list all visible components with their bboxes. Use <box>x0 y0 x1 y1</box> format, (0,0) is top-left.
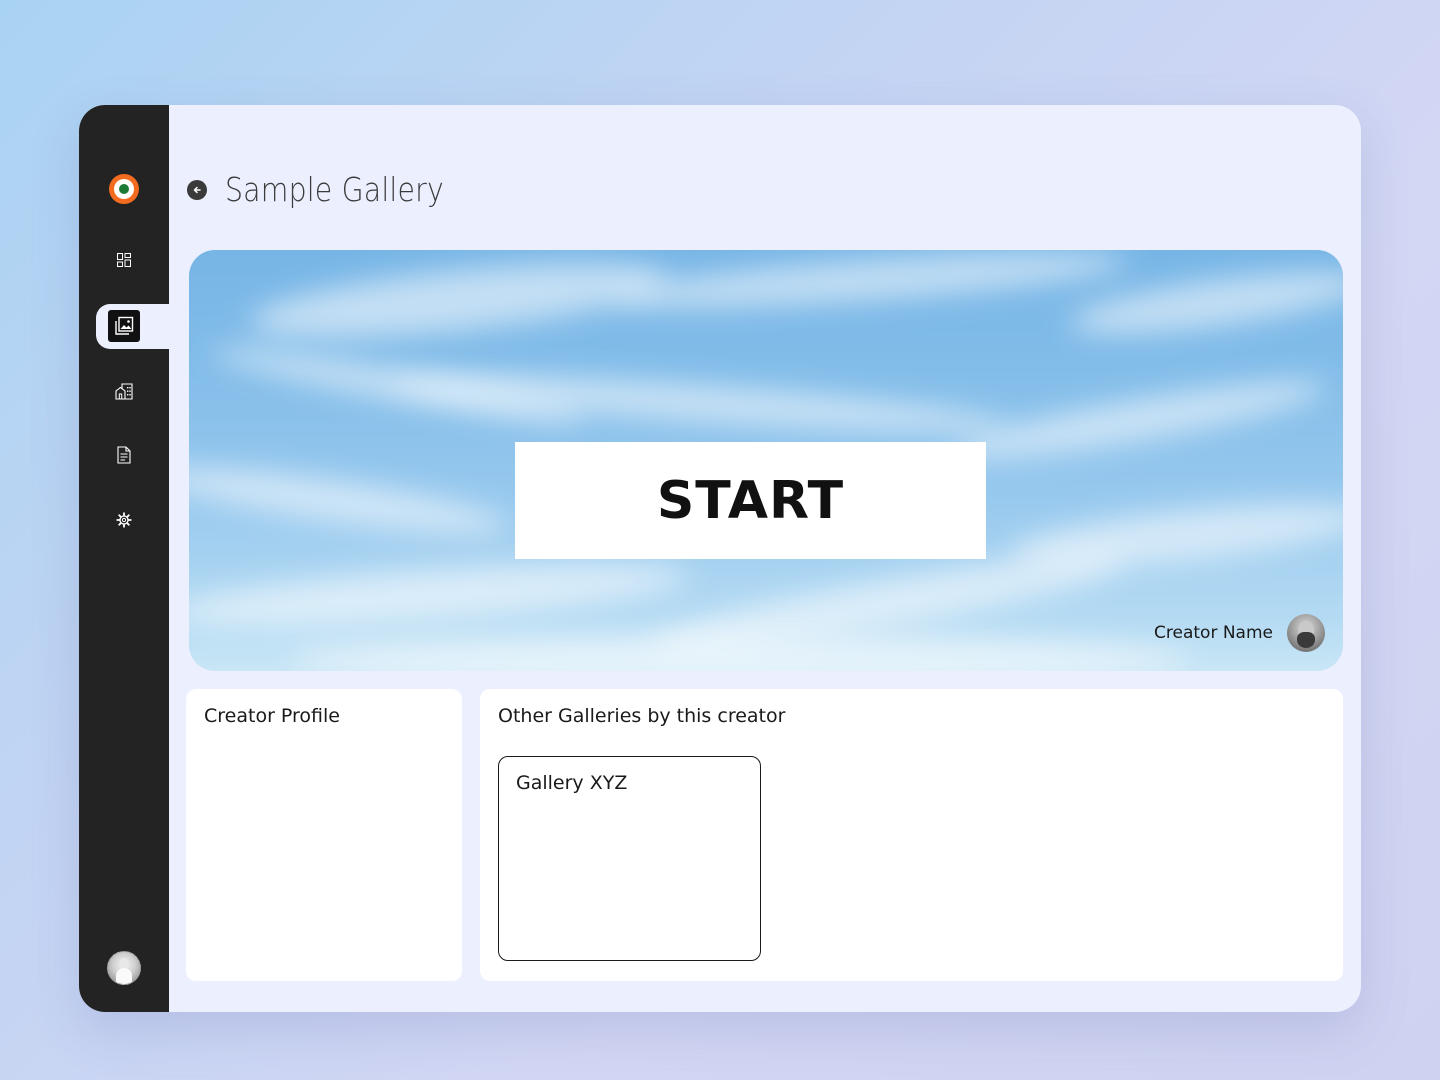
avatar-body <box>116 968 132 984</box>
brand-logo[interactable] <box>109 174 139 204</box>
gallery-hero: START Creator Name <box>189 250 1343 671</box>
start-button[interactable]: START <box>515 442 986 559</box>
cloud <box>1067 259 1343 346</box>
logo-dot <box>119 184 129 194</box>
sidebar-item-settings[interactable] <box>79 498 169 542</box>
gallery-icon-box <box>108 310 140 342</box>
creator-avatar <box>1287 614 1325 652</box>
cloud <box>189 455 511 545</box>
creator-chip[interactable]: Creator Name <box>1154 614 1325 652</box>
other-galleries-title: Other Galleries by this creator <box>498 705 786 727</box>
avatar-head <box>119 958 129 968</box>
gear-icon <box>116 512 132 528</box>
sidebar-item-venues[interactable] <box>79 369 169 413</box>
document-icon <box>117 446 131 464</box>
sidebar-item-gallery[interactable] <box>96 304 169 349</box>
creator-name: Creator Name <box>1154 623 1273 643</box>
image-gallery-icon <box>115 316 134 335</box>
cloud <box>289 635 1189 671</box>
cloud <box>948 367 1330 473</box>
grid-icon <box>117 253 131 267</box>
cloud <box>608 250 1130 319</box>
arrow-left-icon <box>193 186 201 193</box>
sidebar <box>79 105 169 1012</box>
creator-profile-title: Creator Profile <box>204 705 340 727</box>
gallery-tile-name: Gallery XYZ <box>516 772 628 794</box>
gallery-tile[interactable]: Gallery XYZ <box>498 756 761 961</box>
creator-profile-card: Creator Profile <box>186 689 462 981</box>
user-avatar[interactable] <box>107 951 141 985</box>
back-button[interactable] <box>187 179 207 200</box>
sidebar-item-dashboard[interactable] <box>79 238 169 282</box>
page-title: Sample Gallery <box>225 170 444 209</box>
app-window: Sample Gallery START Creator Name Creato… <box>79 105 1361 1012</box>
building-icon <box>115 382 133 400</box>
other-galleries-card: Other Galleries by this creator Gallery … <box>480 689 1343 981</box>
sidebar-item-documents[interactable] <box>79 433 169 477</box>
cloud <box>189 551 691 639</box>
page-header: Sample Gallery <box>187 170 480 209</box>
cloud <box>247 250 671 352</box>
avatar-beard <box>1297 632 1315 648</box>
